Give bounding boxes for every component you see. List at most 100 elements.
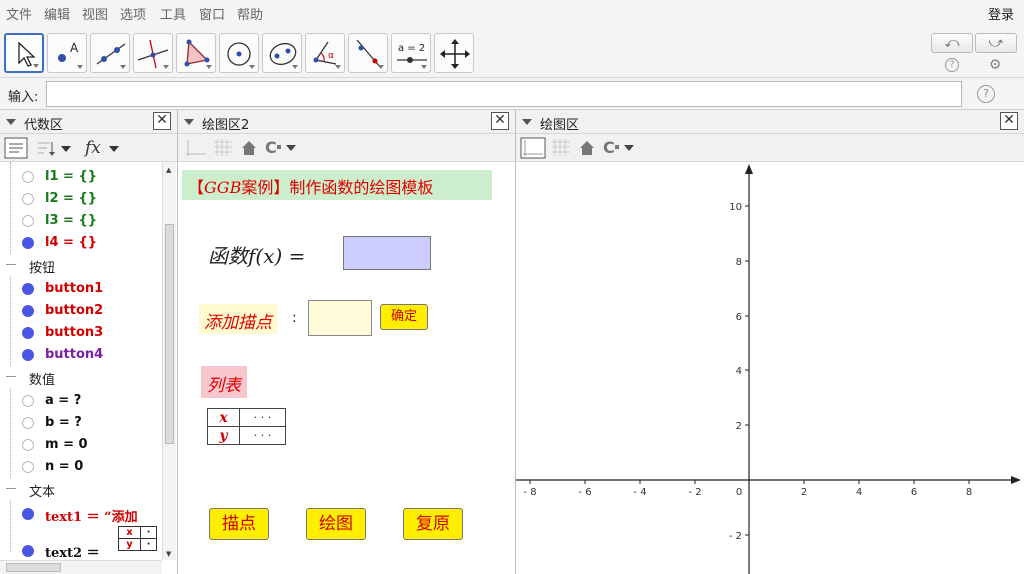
gear-icon[interactable]: ⚙ xyxy=(988,58,1002,72)
list-item-l4[interactable]: l4 = {} xyxy=(0,232,160,254)
reset-button[interactable]: 复原 xyxy=(403,508,463,540)
list-item-label: button1 xyxy=(45,281,104,296)
help-icon[interactable]: ? xyxy=(945,58,959,72)
visibility-toggle[interactable] xyxy=(22,327,34,339)
draw-graph-button[interactable]: 绘图 xyxy=(306,508,366,540)
visibility-toggle[interactable] xyxy=(22,171,34,183)
y-axis-arrow-icon xyxy=(745,164,753,174)
graphics2-panel-header: 绘图区2 ✕ xyxy=(178,110,515,134)
banner-bracket: 【 xyxy=(188,178,205,197)
list-item-l3[interactable]: l3 = {} xyxy=(0,210,160,232)
polygon-tool-button[interactable] xyxy=(176,33,216,73)
input-field[interactable] xyxy=(46,81,962,107)
auxiliary-objects-fx-icon[interactable]: fx xyxy=(84,138,126,158)
list-item-label: l1 = {} xyxy=(45,169,97,184)
menu-file[interactable]: 文件 xyxy=(6,4,32,23)
dropdown-triangle-icon xyxy=(292,65,298,69)
home-icon[interactable] xyxy=(240,138,258,158)
visibility-toggle[interactable] xyxy=(22,215,34,227)
list-item-label: button2 xyxy=(45,303,104,318)
confirm-button[interactable]: 确定 xyxy=(380,304,428,330)
visibility-toggle[interactable] xyxy=(22,193,34,205)
input-help-icon[interactable]: ? xyxy=(977,85,995,103)
coordinate-plane[interactable]: - 8 - 6 - 4 - 2 0 2 4 6 8 10 8 6 4 2 - 2 xyxy=(516,162,1024,574)
list-item-a[interactable]: a = ? xyxy=(0,390,160,412)
close-icon[interactable]: ✕ xyxy=(1000,112,1018,130)
point-tool-button[interactable]: A xyxy=(47,33,87,73)
redo-button[interactable]: ⤻ xyxy=(975,33,1017,53)
list-item-text2[interactable]: text2 ＝ x · y · xyxy=(0,526,160,560)
collapse-minus-icon[interactable] xyxy=(6,488,16,489)
menu-help[interactable]: 帮助 xyxy=(237,4,263,23)
menu-tools[interactable]: 工具 xyxy=(160,4,186,23)
list-item-button3[interactable]: button3 xyxy=(0,322,160,344)
point-input-box[interactable] xyxy=(308,300,372,336)
algebra-description-icon[interactable] xyxy=(4,137,28,159)
perpendicular-line-tool-button[interactable] xyxy=(133,33,173,73)
visibility-toggle[interactable] xyxy=(22,349,34,361)
algebra-horizontal-scrollbar[interactable] xyxy=(0,560,162,574)
add-point-label: 添加描点 xyxy=(199,304,277,334)
visibility-toggle[interactable] xyxy=(22,508,34,520)
menu-view[interactable]: 视图 xyxy=(82,4,108,23)
close-icon[interactable]: ✕ xyxy=(153,112,171,130)
menu-edit[interactable]: 编辑 xyxy=(44,4,70,23)
login-link[interactable]: 登录 xyxy=(988,4,1014,23)
scrollbar-thumb[interactable] xyxy=(6,563,61,572)
scroll-down-icon[interactable]: ▼ xyxy=(166,550,171,558)
list-item-button2[interactable]: button2 xyxy=(0,300,160,322)
mini-table-cell: x xyxy=(118,526,141,539)
visibility-toggle[interactable] xyxy=(22,395,34,407)
circle-tool-button[interactable] xyxy=(219,33,259,73)
visibility-toggle[interactable] xyxy=(22,545,34,557)
list-item-button1[interactable]: button1 xyxy=(0,278,160,300)
menu-options[interactable]: 选项 xyxy=(120,4,146,23)
visibility-toggle[interactable] xyxy=(22,439,34,451)
visibility-toggle[interactable] xyxy=(22,461,34,473)
collapse-arrow-icon[interactable] xyxy=(184,119,194,125)
collapse-minus-icon[interactable] xyxy=(6,376,16,377)
list-item-text1[interactable]: text1 ＝ “添加 xyxy=(0,503,160,525)
move-tool-button[interactable] xyxy=(4,33,44,73)
category-text[interactable]: 文本 xyxy=(0,479,160,501)
reflect-tool-button[interactable] xyxy=(348,33,388,73)
grid-toggle-icon[interactable] xyxy=(550,138,572,158)
visibility-toggle[interactable] xyxy=(22,305,34,317)
collapse-minus-icon[interactable] xyxy=(6,264,16,265)
function-input-box[interactable] xyxy=(343,236,431,270)
scroll-up-icon[interactable]: ▲ xyxy=(166,166,171,174)
collapse-arrow-icon[interactable] xyxy=(6,119,16,125)
visibility-toggle[interactable] xyxy=(22,283,34,295)
category-numbers[interactable]: 数值 xyxy=(0,367,160,389)
list-item-l2[interactable]: l2 = {} xyxy=(0,188,160,210)
category-buttons[interactable]: 按钮 xyxy=(0,255,160,277)
slider-tool-button[interactable]: a = 2 xyxy=(391,33,431,73)
visibility-toggle[interactable] xyxy=(22,237,34,249)
list-item-b[interactable]: b = ? xyxy=(0,412,160,434)
list-item-button4[interactable]: button4 xyxy=(0,344,160,366)
list-item-n[interactable]: n = 0 xyxy=(0,456,160,478)
line-tool-button[interactable] xyxy=(90,33,130,73)
close-icon[interactable]: ✕ xyxy=(491,112,509,130)
angle-tool-button[interactable]: α xyxy=(305,33,345,73)
axes-toggle-icon[interactable] xyxy=(520,137,546,159)
grid-toggle-icon[interactable] xyxy=(212,138,234,158)
plot-points-button[interactable]: 描点 xyxy=(209,508,269,540)
list-item-l1[interactable]: l1 = {} xyxy=(0,166,160,188)
move-view-tool-button[interactable] xyxy=(434,33,474,73)
point-capturing-icon[interactable]: C xyxy=(264,138,304,158)
collapse-arrow-icon[interactable] xyxy=(522,119,532,125)
sort-icon[interactable] xyxy=(36,140,76,158)
scrollbar-thumb[interactable] xyxy=(165,224,174,444)
category-label: 文本 xyxy=(29,485,56,500)
undo-button[interactable]: ⤺ xyxy=(931,33,973,53)
menu-window[interactable]: 窗口 xyxy=(199,4,225,23)
home-icon[interactable] xyxy=(578,138,596,158)
algebra-vertical-scrollbar[interactable]: ▲ ▼ xyxy=(162,162,176,560)
x-tick-label: 4 xyxy=(856,487,862,498)
visibility-toggle[interactable] xyxy=(22,417,34,429)
axes-toggle-icon[interactable] xyxy=(184,138,208,158)
list-item-m[interactable]: m = 0 xyxy=(0,434,160,456)
ellipse-tool-button[interactable] xyxy=(262,33,302,73)
point-capturing-icon[interactable]: C xyxy=(602,138,642,158)
